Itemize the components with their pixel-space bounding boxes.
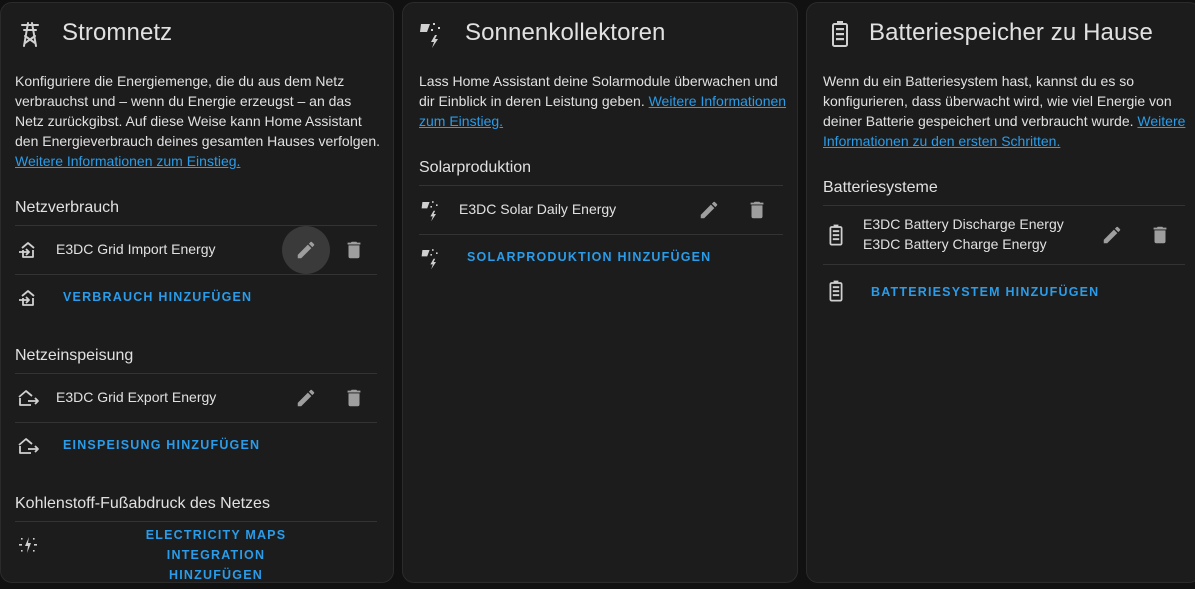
grid-description-text: Konfiguriere die Energiemenge, die du au… xyxy=(15,73,381,149)
divider xyxy=(15,422,377,423)
add-consumption-button[interactable]: VERBRAUCH HINZUFÜGEN xyxy=(63,287,252,307)
delete-return-button[interactable] xyxy=(330,374,378,422)
home-import-icon xyxy=(19,242,35,258)
battery-card-title: Batteriespeicher zu Hause xyxy=(869,19,1153,46)
add-co2-button-line1: ELECTRICITY MAPS INTEGRATION xyxy=(145,528,287,562)
add-co2-button-line2: HINZUFÜGEN xyxy=(169,568,263,582)
pencil-icon xyxy=(1103,226,1121,244)
grid-description: Konfiguriere die Energiemenge, die du au… xyxy=(15,71,383,171)
solar-description: Lass Home Assistant deine Solarmodule üb… xyxy=(419,71,789,131)
grid-return-row: E3DC Grid Export Energy xyxy=(1,374,393,422)
transmission-tower-icon xyxy=(21,22,39,47)
battery-charge-entity: E3DC Battery Charge Energy xyxy=(863,236,1047,252)
solar-production-heading: Solarproduktion xyxy=(419,159,532,176)
pencil-icon xyxy=(297,241,315,259)
divider xyxy=(419,234,783,235)
battery-card: Batteriespeicher zu Hause Wenn du ein Ba… xyxy=(806,2,1195,583)
delete-icon xyxy=(347,241,361,259)
battery-icon xyxy=(832,21,848,47)
battery-description-text: Wenn du ein Batteriesystem hast, kannst … xyxy=(823,73,1172,129)
carbon-leaf-icon xyxy=(19,537,37,553)
battery-system-row: E3DC Battery Discharge Energy E3DC Batte… xyxy=(807,206,1195,264)
pencil-icon xyxy=(700,201,718,219)
delete-battery-button[interactable] xyxy=(1136,211,1184,259)
solar-power-icon xyxy=(421,201,438,222)
delete-icon xyxy=(1153,226,1167,244)
solar-card: Sonnenkollektoren Lass Home Assistant de… xyxy=(402,2,798,583)
grid-consumption-heading: Netzverbrauch xyxy=(15,199,120,216)
delete-icon xyxy=(750,201,764,219)
divider xyxy=(15,274,377,275)
add-return-button[interactable]: EINSPEISUNG HINZUFÜGEN xyxy=(63,435,260,455)
battery-card-header: Batteriespeicher zu Hause xyxy=(807,3,1195,63)
edit-consumption-button[interactable] xyxy=(282,226,330,274)
solar-card-header: Sonnenkollektoren xyxy=(403,3,797,63)
grid-card: Stromnetz Konfiguriere die Energiemenge,… xyxy=(0,2,394,583)
add-solar-button[interactable]: SOLARPRODUKTION HINZUFÜGEN xyxy=(467,247,711,267)
battery-discharge-entity: E3DC Battery Discharge Energy xyxy=(863,216,1064,232)
edit-return-button[interactable] xyxy=(282,374,330,422)
battery-icon xyxy=(829,280,843,302)
solar-production-entity: E3DC Solar Daily Energy xyxy=(459,201,617,217)
grid-consumption-entity: E3DC Grid Import Energy xyxy=(56,241,216,257)
delete-icon xyxy=(347,389,361,407)
grid-return-entity: E3DC Grid Export Energy xyxy=(56,389,217,405)
edit-battery-button[interactable] xyxy=(1088,211,1136,259)
grid-learn-more-link[interactable]: Weitere Informationen zum Einstieg. xyxy=(15,153,240,169)
pencil-icon xyxy=(297,389,315,407)
divider xyxy=(823,264,1185,265)
battery-description: Wenn du ein Batteriesystem hast, kannst … xyxy=(823,71,1187,151)
solar-power-icon xyxy=(421,249,438,270)
battery-systems-heading: Batteriesysteme xyxy=(823,179,938,196)
home-import-icon xyxy=(19,290,35,306)
solar-production-row: E3DC Solar Daily Energy xyxy=(403,186,797,234)
home-export-icon xyxy=(18,438,39,454)
edit-solar-button[interactable] xyxy=(685,186,733,234)
divider xyxy=(15,521,377,522)
grid-consumption-row: E3DC Grid Import Energy xyxy=(1,226,393,274)
grid-card-title: Stromnetz xyxy=(62,19,173,46)
delete-solar-button[interactable] xyxy=(733,186,781,234)
delete-consumption-button[interactable] xyxy=(330,226,378,274)
solar-power-icon xyxy=(420,23,440,48)
add-co2-button[interactable]: ELECTRICITY MAPS INTEGRATION HINZUFÜGEN xyxy=(99,525,333,582)
grid-card-header: Stromnetz xyxy=(1,3,393,63)
grid-return-heading: Netzeinspeisung xyxy=(15,347,134,364)
solar-card-title: Sonnenkollektoren xyxy=(465,19,666,46)
battery-icon xyxy=(829,224,843,246)
grid-co2-heading: Kohlenstoff-Fußabdruck des Netzes xyxy=(15,495,270,512)
add-battery-button[interactable]: BATTERIESYSTEM HINZUFÜGEN xyxy=(871,282,1099,302)
home-export-icon xyxy=(18,390,39,406)
